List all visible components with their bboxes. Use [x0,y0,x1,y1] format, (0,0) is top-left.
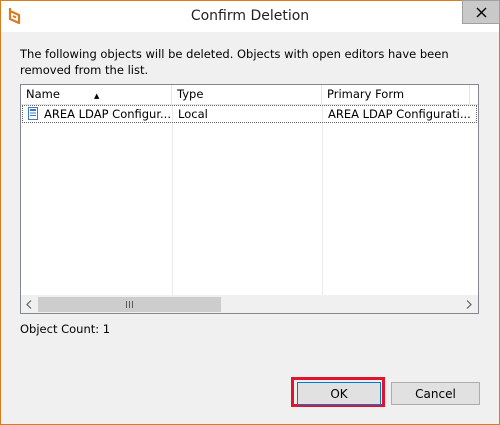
sort-ascending-icon: ▲ [94,92,100,100]
column-header-label: Name [26,87,60,101]
column-header-label: Primary Form [327,87,405,101]
dialog-title: Confirm Deletion [190,8,310,24]
title-bar: Confirm Deletion [1,0,500,32]
column-divider [322,104,323,296]
object-count: Object Count: 1 [20,322,111,336]
cancel-button[interactable]: Cancel [391,382,480,405]
close-button[interactable] [462,0,500,24]
row-primary-form: AREA LDAP Configurati... [328,107,471,121]
row-type: Local [178,107,208,121]
chevron-left-icon [26,300,32,309]
close-icon [476,7,487,18]
row-name: AREA LDAP Configur... [44,107,171,121]
list-header: Name ▲ Type Primary Form [21,85,478,105]
scroll-left-button[interactable] [21,296,38,313]
column-header-type[interactable]: Type [172,85,322,104]
grip-icon [126,301,134,308]
confirm-deletion-dialog: Confirm Deletion The following objects w… [0,0,500,425]
column-header-name[interactable]: Name ▲ [21,85,172,104]
scroll-right-button[interactable] [461,296,478,313]
scrollbar-thumb[interactable] [38,297,221,312]
horizontal-scrollbar[interactable] [21,295,478,313]
ok-button[interactable]: OK [297,382,381,405]
column-header-label: Type [177,87,204,101]
column-divider [172,104,173,296]
table-row[interactable]: AREA LDAP Configur... Local AREA LDAP Co… [22,105,477,123]
form-document-icon [28,107,40,123]
objects-list[interactable]: Name ▲ Type Primary Form AREA LDAP Confi… [20,84,479,314]
chevron-right-icon [466,300,472,309]
column-header-primary-form[interactable]: Primary Form [322,85,470,104]
deletion-message: The following objects will be deleted. O… [20,47,449,77]
